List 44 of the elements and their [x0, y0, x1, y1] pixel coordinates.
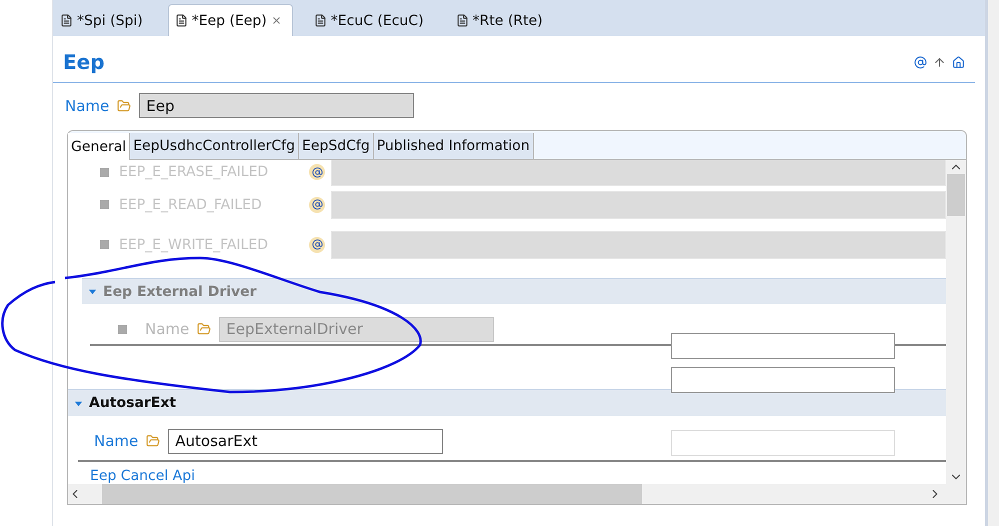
name-label: Name: [65, 96, 110, 114]
name-field[interactable]: AutosarExt: [168, 428, 444, 454]
section-tab[interactable]: General: [68, 133, 130, 160]
up-arrow-icon[interactable]: [933, 56, 946, 68]
parameter-value-field[interactable]: [331, 230, 946, 259]
section-title: AutosarExt: [89, 395, 176, 412]
document-icon: [60, 14, 73, 27]
at-sign-icon[interactable]: [309, 164, 325, 180]
parameter-name: EEP_E_READ_FAILED: [119, 196, 263, 213]
parameter-marker: [118, 324, 127, 334]
document-icon: [174, 14, 188, 27]
section-header[interactable]: AutosarExt: [68, 389, 946, 416]
horizontal-scrollbar[interactable]: [68, 484, 966, 504]
parameter-value-field[interactable]: [331, 190, 946, 219]
scrollbar-thumb[interactable]: [947, 174, 965, 216]
folder-icon[interactable]: [146, 434, 160, 448]
editor-tab[interactable]: *Eep (Eep): [168, 4, 293, 36]
vertical-scrollbar[interactable]: [946, 160, 966, 484]
parameter-value-field[interactable]: [331, 160, 946, 186]
at-sign-icon[interactable]: [914, 56, 927, 68]
parameter-name[interactable]: Eep Cancel Api: [68, 462, 946, 484]
parameter-name: EEP_E_WRITE_FAILED: [119, 236, 269, 253]
name-label: Name: [145, 320, 190, 338]
at-sign-icon[interactable]: [309, 236, 325, 253]
section-tab[interactable]: EepUsdhcControllerCfg: [130, 133, 299, 159]
name-label: Name: [94, 432, 138, 450]
name-field[interactable]: Eep: [139, 93, 414, 118]
document-icon: [456, 14, 469, 27]
section-tab[interactable]: Published Information: [374, 133, 534, 159]
section-title: Eep External Driver: [103, 284, 257, 300]
folder-icon[interactable]: [197, 322, 212, 336]
section-tab[interactable]: EepSdCfg: [299, 133, 374, 159]
editor-tab[interactable]: *Rte (Rte): [448, 4, 554, 36]
home-icon[interactable]: [952, 56, 965, 68]
folder-icon[interactable]: [117, 98, 132, 112]
scrollbar-thumb[interactable]: [102, 484, 642, 504]
editor-tab[interactable]: *EcuC (EcuC): [306, 4, 435, 36]
editor-tab[interactable]: *Spi (Spi): [53, 4, 154, 36]
close-icon[interactable]: [270, 15, 282, 26]
document-icon: [314, 14, 327, 27]
at-sign-icon[interactable]: [309, 196, 325, 213]
editor-title: Eep: [63, 50, 105, 74]
parameter-name: EEP_E_ERASE_FAILED: [119, 164, 270, 180]
expand-triangle-icon[interactable]: [74, 398, 83, 408]
